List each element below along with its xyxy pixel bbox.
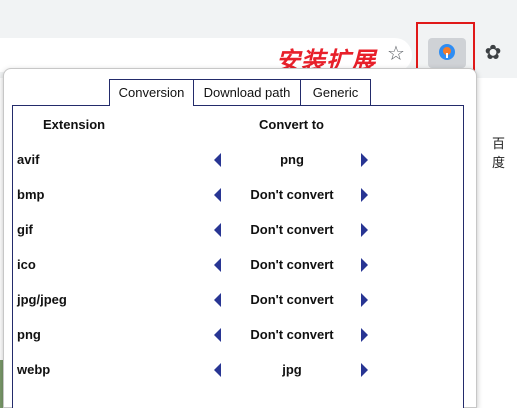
convert-to-value: jpg bbox=[282, 362, 302, 377]
conversion-row: jpg/jpeg Don't convert bbox=[13, 290, 465, 310]
tab-bar: Conversion Download path Generic bbox=[109, 79, 371, 106]
tab-generic[interactable]: Generic bbox=[301, 79, 371, 105]
extension-name: png bbox=[17, 327, 41, 342]
convert-to-value: Don't convert bbox=[250, 187, 334, 202]
convert-to-value: png bbox=[280, 152, 304, 167]
extension-name: avif bbox=[17, 152, 40, 167]
convert-to-value: Don't convert bbox=[250, 292, 334, 307]
arrow-right-icon[interactable] bbox=[361, 258, 368, 272]
conversion-row: webp jpg bbox=[13, 360, 465, 380]
tab-download-path[interactable]: Download path bbox=[194, 79, 301, 105]
extension-name: bmp bbox=[17, 187, 45, 202]
extension-name: ico bbox=[17, 257, 36, 272]
convert-to-value: Don't convert bbox=[250, 327, 334, 342]
puzzle-icon[interactable]: ✿ bbox=[480, 40, 506, 66]
extension-name: jpg/jpeg bbox=[17, 292, 67, 307]
arrow-right-icon[interactable] bbox=[361, 363, 368, 377]
extension-column-header: Extension bbox=[43, 117, 106, 132]
arrow-right-icon[interactable] bbox=[361, 153, 368, 167]
arrow-right-icon[interactable] bbox=[361, 188, 368, 202]
arrow-right-icon[interactable] bbox=[361, 328, 368, 342]
convert-to-column-header: Convert to bbox=[259, 117, 324, 132]
extension-name: gif bbox=[17, 222, 33, 237]
arrow-left-icon[interactable] bbox=[214, 258, 221, 272]
extension-name: webp bbox=[17, 362, 51, 377]
star-icon[interactable]: ☆ bbox=[385, 43, 407, 65]
conversion-row: gif Don't convert bbox=[13, 220, 465, 240]
arrow-left-icon[interactable] bbox=[214, 293, 221, 307]
convert-to-value: Don't convert bbox=[250, 222, 334, 237]
page-side-text: 百度 bbox=[492, 137, 506, 171]
convert-to-value: Don't convert bbox=[250, 257, 334, 272]
arrow-right-icon[interactable] bbox=[361, 223, 368, 237]
arrow-left-icon[interactable] bbox=[214, 223, 221, 237]
conversion-row: ico Don't convert bbox=[13, 255, 465, 275]
arrow-left-icon[interactable] bbox=[214, 328, 221, 342]
conversion-row: png Don't convert bbox=[13, 325, 465, 345]
conversion-row: avif png bbox=[13, 150, 465, 170]
arrow-right-icon[interactable] bbox=[361, 293, 368, 307]
conversion-panel: Extension Convert to avif png bmp Don't … bbox=[12, 105, 464, 408]
arrow-left-icon[interactable] bbox=[214, 188, 221, 202]
conversion-row: bmp Don't convert bbox=[13, 185, 465, 205]
arrow-left-icon[interactable] bbox=[214, 363, 221, 377]
arrow-left-icon[interactable] bbox=[214, 153, 221, 167]
tab-conversion[interactable]: Conversion bbox=[109, 79, 194, 106]
extension-popup: Conversion Download path Generic Extensi… bbox=[3, 68, 477, 408]
